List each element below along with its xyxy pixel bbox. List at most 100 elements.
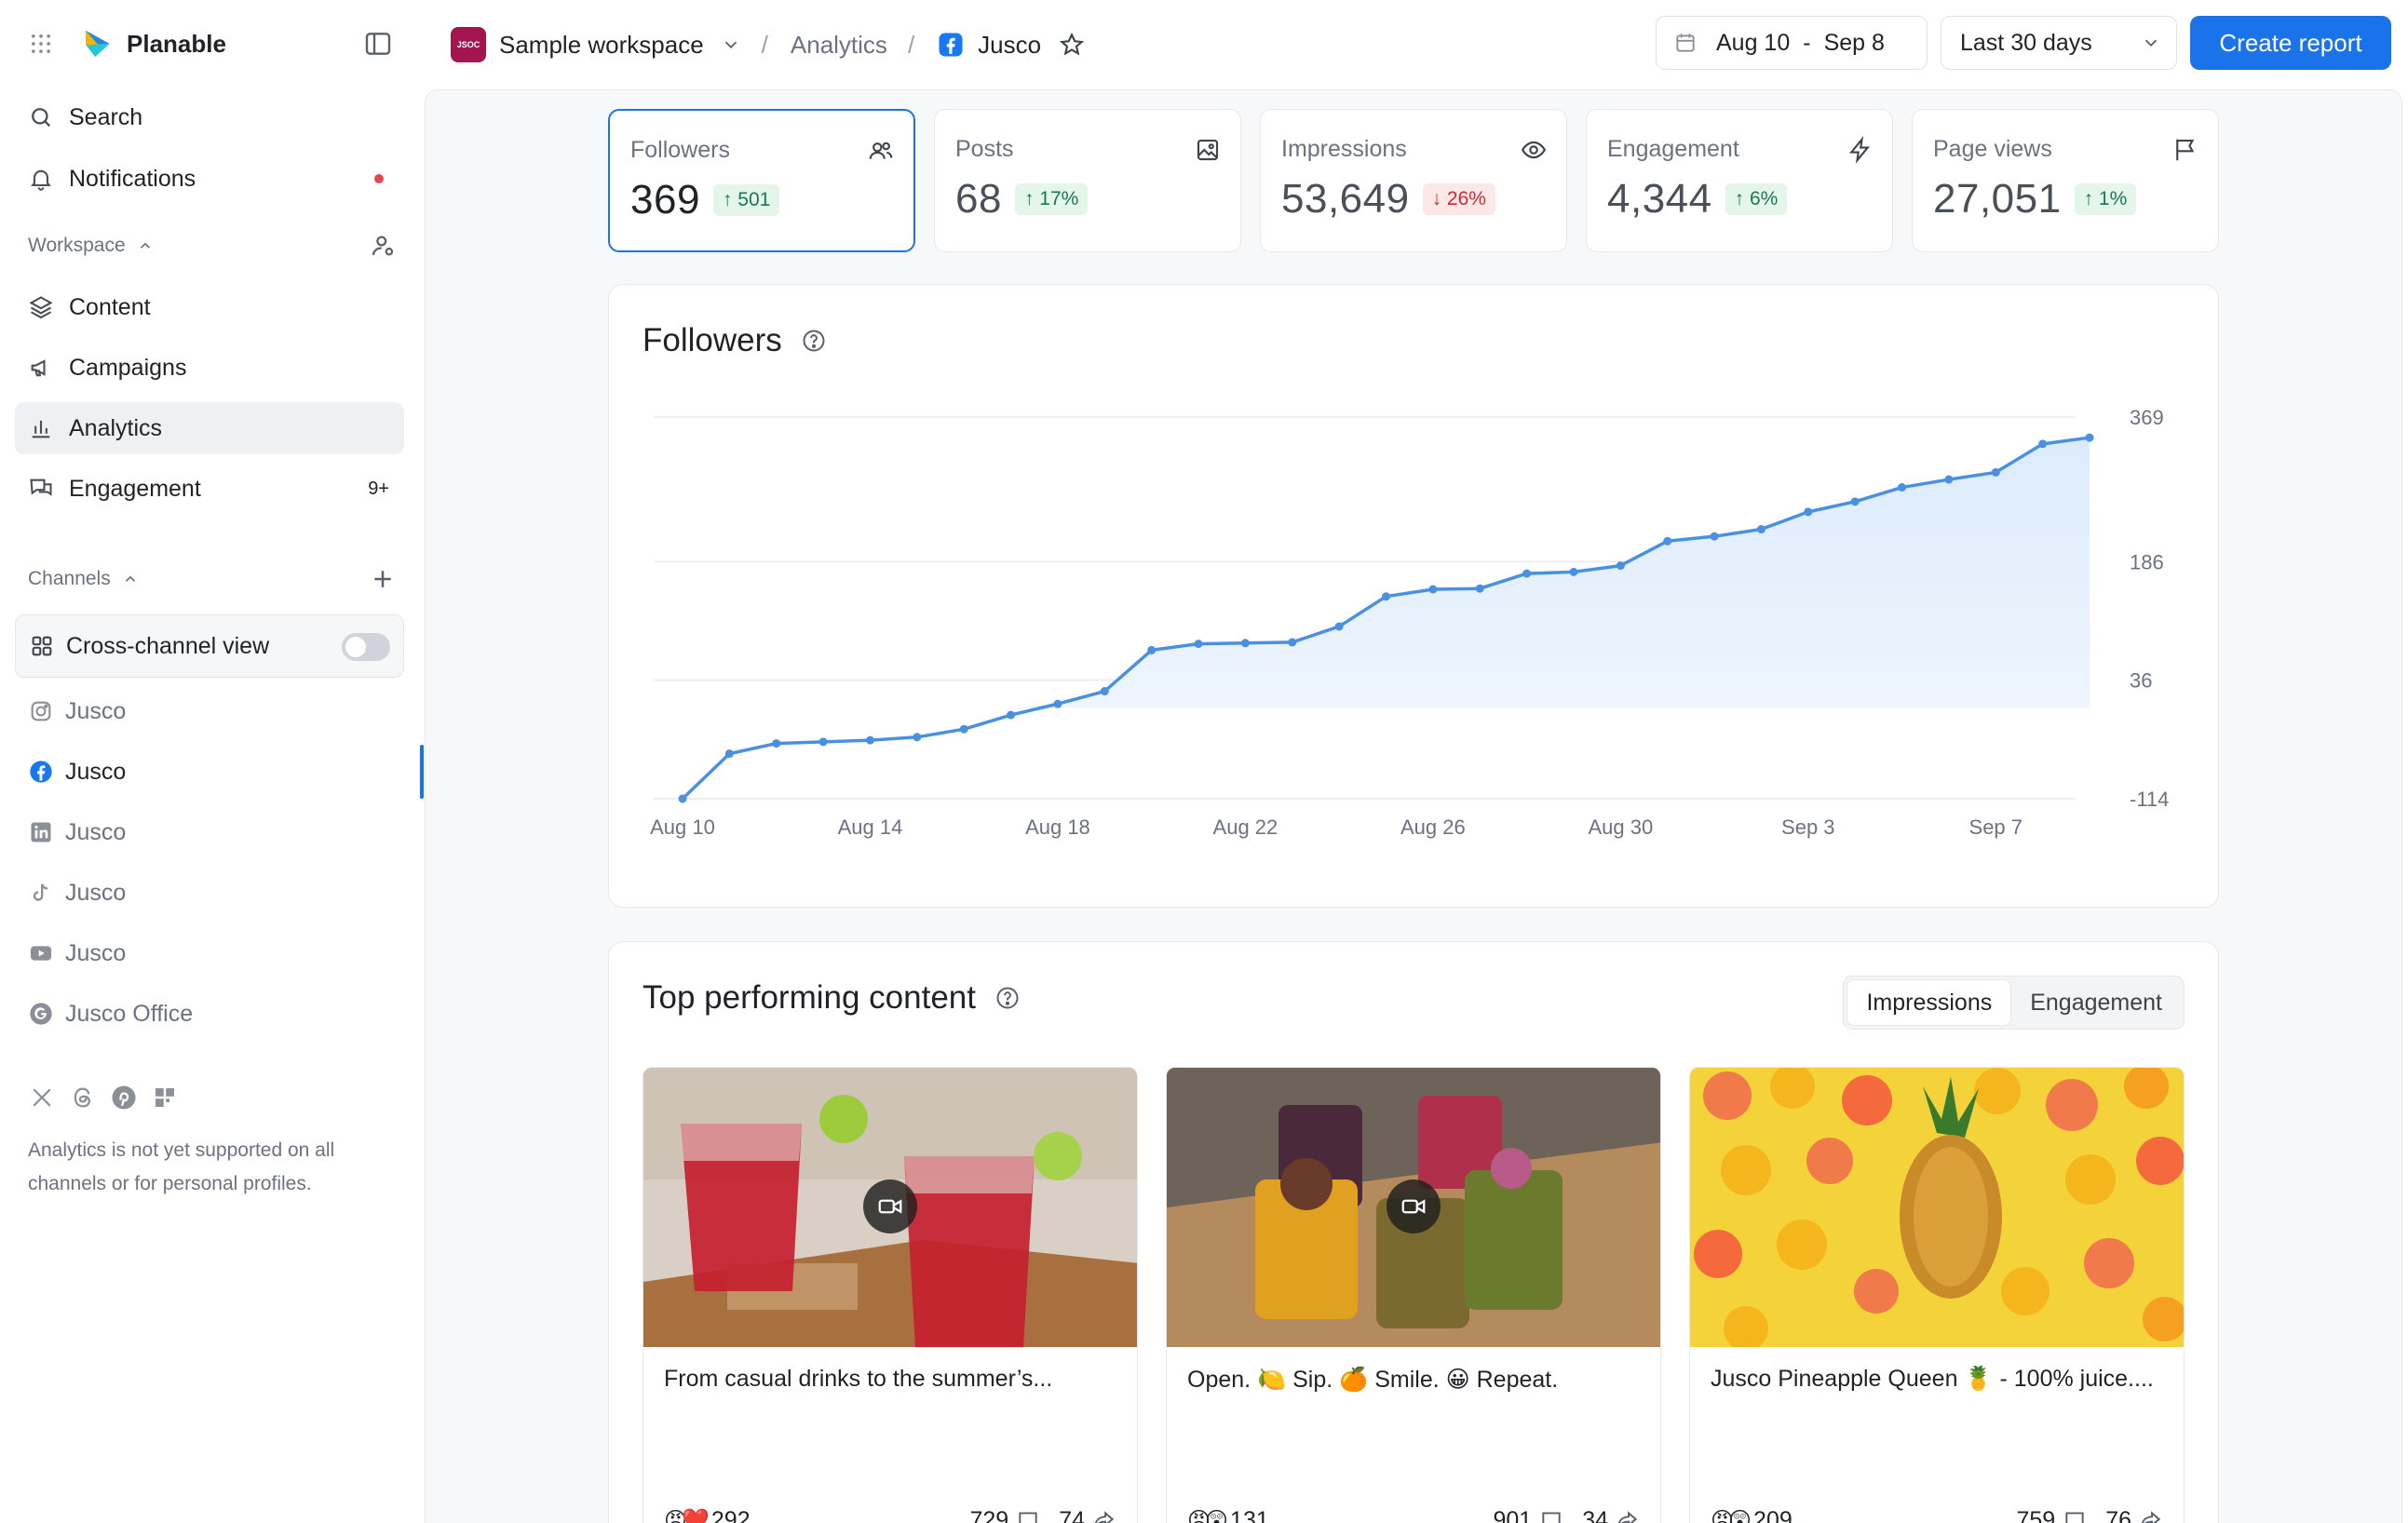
y-tick-label: 36 [2130,669,2152,693]
channel-youtube[interactable]: Jusco [15,927,404,979]
tab-impressions[interactable]: Impressions [1847,979,2012,1026]
instagram-icon [31,701,51,721]
star-icon[interactable] [1058,31,1086,59]
comment-icon [2065,1512,2084,1523]
data-point [1334,622,1344,631]
data-point [913,733,922,742]
channel-facebook[interactable]: Jusco [15,746,404,798]
workspace-logo[interactable]: JSOC [451,27,486,62]
kpi-delta: ↓ 26% [1422,183,1495,215]
kpi-engagement[interactable]: Engagement 4,344 ↑ 6% [1586,109,1893,252]
kpi-impressions[interactable]: Impressions 53,649 ↓ 26% [1260,109,1567,252]
data-point [818,737,828,747]
kpi-value: 53,649 [1281,176,1410,222]
data-point [1100,687,1109,696]
channel-google-business[interactable]: Jusco Office [15,988,404,1040]
nav-search[interactable]: Search [15,91,404,143]
post-engagement: 729 74 [969,1507,1116,1523]
share-count: 34 [1582,1506,1608,1523]
post-card[interactable]: From casual drinks to the summer’s... 😡❤… [643,1067,1138,1523]
facebook-icon [30,761,52,783]
data-point [1616,561,1625,571]
help-icon[interactable] [994,985,1021,1011]
channel-instagram[interactable]: Jusco [15,685,404,737]
kpi-value: 4,344 [1607,176,1712,222]
top-bar: JSOC Sample workspace / Analytics / Jusc… [425,0,2408,89]
date-range-picker[interactable]: Aug 10 - Sep 8 [1656,16,1928,70]
nav-notifications[interactable]: Notifications [15,153,404,205]
nav-content[interactable]: Content [15,281,404,333]
data-point [1804,507,1813,517]
x-tick-label: Aug 26 [1400,815,1466,839]
post-engagement: 759 76 [2016,1507,2163,1523]
sidebar-toggle-icon[interactable] [363,29,393,59]
data-point [2085,433,2094,442]
post-thumbnail[interactable] [1167,1068,1660,1347]
tab-engagement[interactable]: Engagement [2011,979,2181,1026]
kpi-delta-value: 1% [2098,188,2128,209]
range-select[interactable]: Last 30 days [1941,16,2177,70]
cross-channel-toggle[interactable] [342,633,390,661]
post-card[interactable]: Jusco Pineapple Queen 🍍 - 100% juice....… [1689,1067,2185,1523]
manage-users-icon[interactable] [369,232,397,260]
cross-channel-view[interactable]: Cross-channel view [15,614,404,678]
layers-icon [29,296,53,319]
nav-analytics-label: Analytics [69,414,163,441]
active-channel-indicator [420,745,424,799]
followers-chart[interactable]: 369 186 36 -114 Aug 10 Aug 14 Aug 18 Aug 22 Aug … [609,285,2220,909]
sidebar: Planable Search Notifications Workspace … [0,0,425,1523]
chevron-down-icon [2144,39,2158,47]
nav-engagement[interactable]: Engagement 9+ [15,463,404,515]
pinterest-icon [112,1085,136,1110]
engagement-badge: 9+ [368,478,389,499]
channel-tiktok[interactable]: Jusco [15,867,404,919]
nav-campaigns[interactable]: Campaigns [15,342,404,394]
kpi-delta: ↑ 1% [2074,183,2137,215]
bar-chart-icon [32,420,50,438]
breadcrumb-separator: / [761,30,768,59]
apps-grid-icon[interactable] [28,31,54,57]
date-end: Sep 8 [1823,29,1885,56]
channel-linkedin[interactable]: Jusco [15,806,404,858]
date-start: Aug 10 [1716,29,1791,56]
bolt-icon [1849,136,1870,164]
post-card[interactable]: Open. 🍋 Sip. 🍊 Smile. 😀 Repeat. 😡😲 131 9… [1166,1067,1661,1523]
breadcrumb-analytics[interactable]: Analytics [791,31,887,60]
kpi-page-views[interactable]: Page views 27,051 ↑ 1% [1912,109,2219,252]
y-tick-label: -114 [2130,788,2169,811]
x-twitter-icon [33,1088,51,1107]
chevron-down-icon[interactable] [721,34,741,55]
kpi-label: Engagement [1607,136,1739,162]
range-select-value: Last 30 days [1960,29,2092,56]
kpi-delta-value: 26% [1446,188,1486,209]
kpi-value: 27,051 [1933,176,2062,222]
data-point [2038,439,2048,449]
kpi-row: Followers 369 ↑ 501 Posts 68 ↑ 17% Impre… [608,109,2219,252]
chevron-up-icon [140,242,150,249]
nav-analytics[interactable]: Analytics [15,402,404,454]
data-point [1194,640,1203,649]
data-point [1288,638,1297,647]
workspace-name[interactable]: Sample workspace [499,31,704,60]
metric-toggle: Impressions Engagement [1843,976,2185,1030]
channel-label: Jusco [65,939,127,966]
channels-section-header[interactable]: Channels [28,562,397,596]
add-channel-icon[interactable] [369,565,397,593]
data-point [678,794,687,803]
post-thumbnail[interactable] [1690,1068,2184,1347]
x-tick-label: Aug 18 [1025,815,1090,839]
kpi-posts[interactable]: Posts 68 ↑ 17% [934,109,1241,252]
nav-campaigns-label: Campaigns [69,354,187,381]
post-caption: Jusco Pineapple Queen 🍍 - 100% juice.... [1711,1366,2154,1392]
kpi-delta-value: 17% [1039,188,1079,209]
kpi-followers[interactable]: Followers 369 ↑ 501 [608,109,915,252]
create-report-button[interactable]: Create report [2190,16,2391,70]
post-thumbnail[interactable] [643,1068,1137,1347]
comment-count: 901 [1493,1506,1533,1523]
help-icon[interactable] [801,328,827,354]
workspace-section-header[interactable]: Workspace [28,229,397,263]
share-icon [1094,1511,1115,1523]
post-grid: From casual drinks to the summer’s... 😡❤… [643,1067,2185,1523]
video-camera-icon [1401,1199,1426,1214]
bell-icon [31,169,51,191]
